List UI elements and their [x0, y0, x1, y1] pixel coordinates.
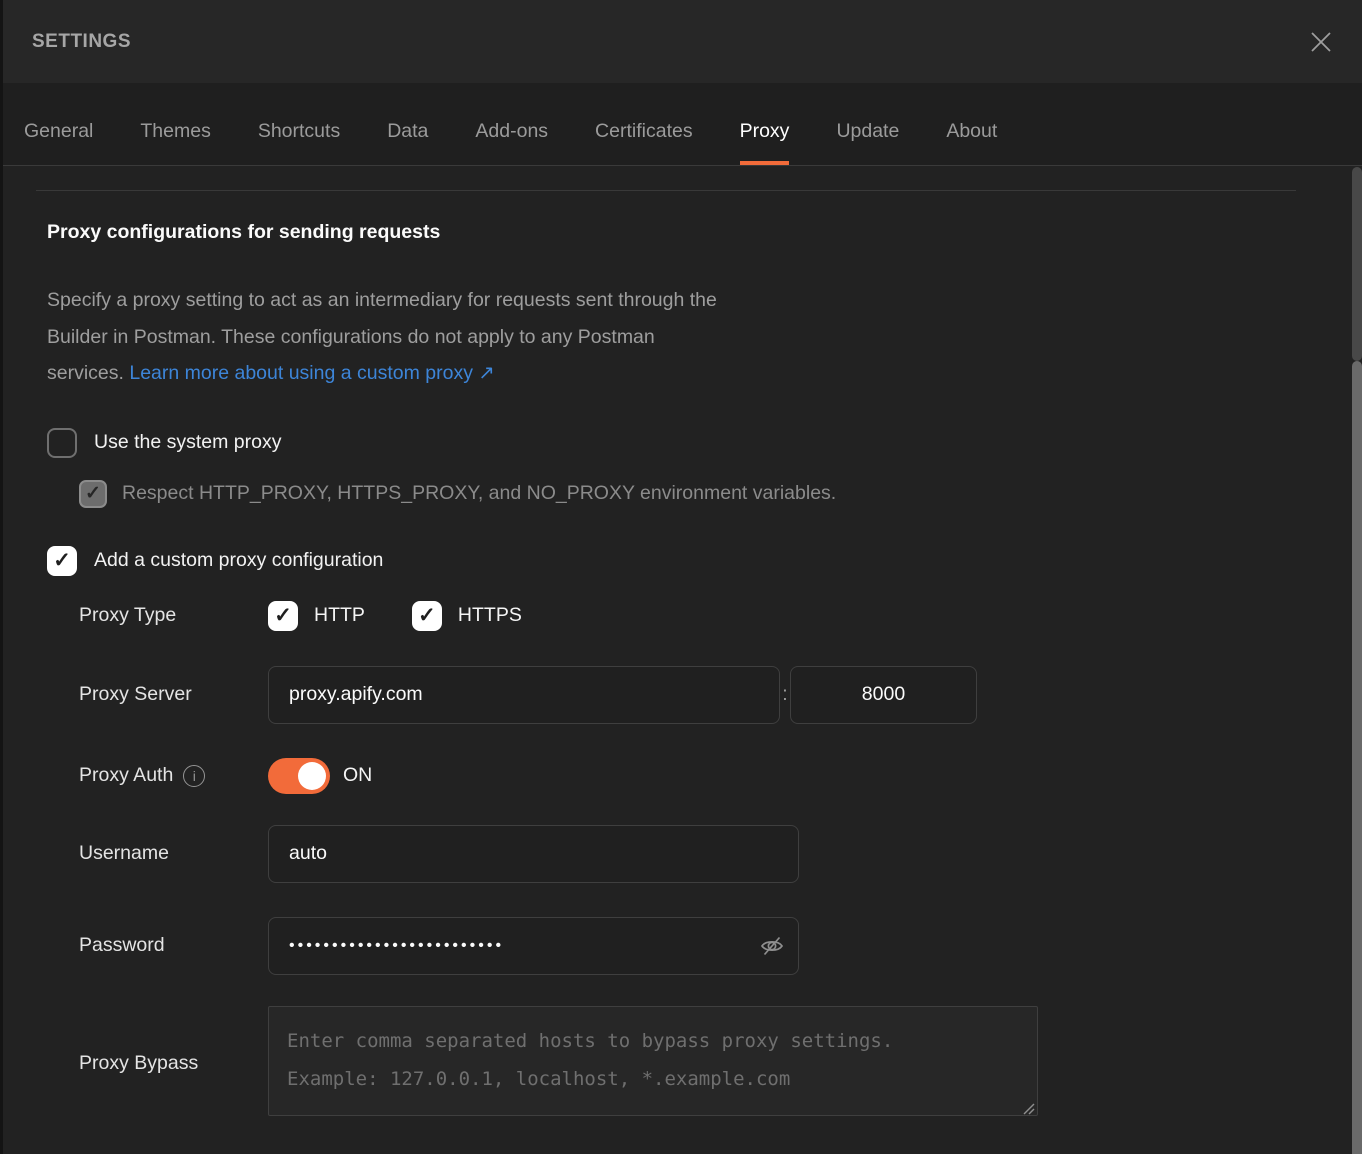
- custom-proxy-label: Add a custom proxy configuration: [94, 549, 383, 572]
- proxy-type-row: Proxy Type ✓ HTTP ✓ HTTPS: [79, 594, 1362, 638]
- proxy-type-http-option: ✓ HTTP: [268, 601, 365, 631]
- close-icon: [1308, 29, 1334, 55]
- http-checkbox[interactable]: ✓: [268, 601, 298, 631]
- dialog-title: SETTINGS: [32, 31, 131, 53]
- password-field-wrap: [268, 917, 799, 975]
- settings-header: SETTINGS: [0, 0, 1362, 83]
- proxy-settings-panel: Proxy configurations for sending request…: [0, 190, 1362, 1121]
- resize-handle-icon[interactable]: [1022, 1102, 1035, 1115]
- proxy-type-label: Proxy Type: [79, 604, 268, 627]
- proxy-host-input[interactable]: [268, 666, 780, 724]
- check-icon: ✓: [53, 550, 71, 571]
- learn-more-link[interactable]: Learn more about using a custom proxy ↗: [129, 362, 494, 384]
- external-link-icon: ↗: [478, 362, 494, 384]
- password-row: Password: [79, 917, 1362, 975]
- check-icon: ✓: [274, 605, 292, 626]
- description-line: Builder in Postman. These configurations…: [47, 326, 655, 348]
- section-description: Specify a proxy setting to act as an int…: [47, 282, 947, 392]
- proxy-server-row: Proxy Server :: [79, 666, 1362, 724]
- proxy-server-label: Proxy Server: [79, 683, 268, 706]
- proxy-auth-state: ON: [343, 764, 372, 787]
- username-label: Username: [79, 842, 268, 865]
- close-button[interactable]: [1305, 26, 1337, 58]
- tab-themes[interactable]: Themes: [140, 97, 210, 165]
- tab-data[interactable]: Data: [387, 97, 428, 165]
- custom-proxy-row: ✓ Add a custom proxy configuration: [47, 546, 1362, 576]
- https-label: HTTPS: [458, 604, 522, 627]
- description-line: Specify a proxy setting to act as an int…: [47, 289, 717, 311]
- toggle-knob: [298, 762, 326, 790]
- proxy-bypass-wrap: [268, 1006, 1038, 1121]
- respect-env-row: ✓ Respect HTTP_PROXY, HTTPS_PROXY, and N…: [79, 480, 1362, 508]
- respect-env-label: Respect HTTP_PROXY, HTTPS_PROXY, and NO_…: [122, 482, 836, 505]
- tab-general[interactable]: General: [24, 97, 93, 165]
- use-system-proxy-label: Use the system proxy: [94, 431, 281, 454]
- proxy-bypass-label: Proxy Bypass: [79, 1052, 268, 1075]
- proxy-auth-toggle[interactable]: [268, 758, 330, 794]
- toggle-password-visibility-button[interactable]: [759, 933, 785, 962]
- password-label: Password: [79, 934, 268, 957]
- tab-shortcuts[interactable]: Shortcuts: [258, 97, 340, 165]
- proxy-type-https-option: ✓ HTTPS: [412, 601, 522, 631]
- section-heading: Proxy configurations for sending request…: [47, 221, 1362, 244]
- proxy-bypass-textarea[interactable]: [268, 1006, 1038, 1116]
- username-input[interactable]: [268, 825, 799, 883]
- tab-add-ons[interactable]: Add-ons: [475, 97, 548, 165]
- window-edge: [0, 0, 3, 1154]
- username-row: Username: [79, 825, 1362, 883]
- proxy-auth-row: Proxy Authi ON: [79, 754, 1362, 798]
- custom-proxy-checkbox[interactable]: ✓: [47, 546, 77, 576]
- https-checkbox[interactable]: ✓: [412, 601, 442, 631]
- host-port-separator: :: [780, 683, 790, 706]
- scrollbar-segment-upper[interactable]: [1352, 167, 1362, 361]
- check-icon: ✓: [85, 484, 101, 503]
- content-divider: [36, 190, 1296, 191]
- proxy-bypass-row: Proxy Bypass: [79, 1006, 1362, 1121]
- use-system-proxy-checkbox[interactable]: [47, 428, 77, 458]
- proxy-port-input[interactable]: [790, 666, 977, 724]
- tab-certificates[interactable]: Certificates: [595, 97, 693, 165]
- settings-tabbar: General Themes Shortcuts Data Add-ons Ce…: [0, 83, 1362, 166]
- password-input[interactable]: [268, 917, 799, 975]
- tab-update[interactable]: Update: [836, 97, 899, 165]
- http-label: HTTP: [314, 604, 365, 627]
- description-line: services.: [47, 362, 124, 384]
- scrollbar-thumb[interactable]: [1352, 361, 1362, 1154]
- tab-proxy[interactable]: Proxy: [740, 97, 790, 165]
- proxy-auth-label: Proxy Authi: [79, 764, 268, 787]
- info-icon[interactable]: i: [183, 765, 205, 787]
- use-system-proxy-row: Use the system proxy: [47, 428, 1362, 458]
- respect-env-checkbox: ✓: [79, 480, 107, 508]
- eye-off-icon: [759, 933, 785, 959]
- check-icon: ✓: [418, 605, 436, 626]
- tab-about[interactable]: About: [946, 97, 997, 165]
